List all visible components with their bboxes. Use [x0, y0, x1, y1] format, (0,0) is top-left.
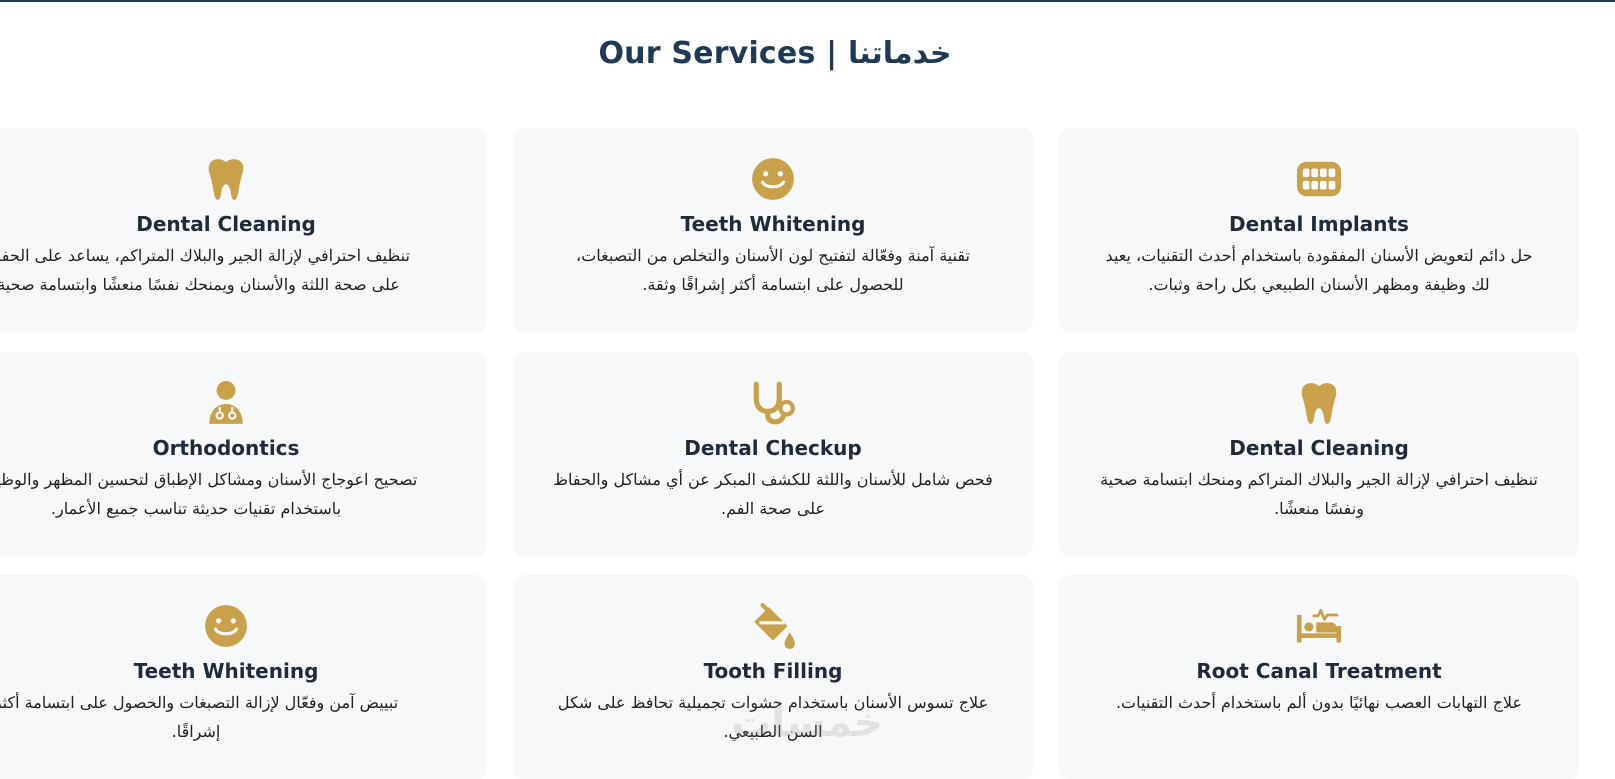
service-title: Orthodontics	[152, 436, 300, 460]
service-title: Teeth Whitening	[680, 212, 866, 236]
service-description: علاج التهابات العصب نهائيًا بدون ألم باس…	[1115, 693, 1523, 712]
smile-icon	[513, 157, 1033, 201]
service-description: تقنية آمنة وفعّالة لتفتيح لون الأسنان وا…	[576, 246, 970, 294]
service-description: تصحيح اعوجاج الأسنان ومشاكل الإطباق لتحس…	[0, 470, 418, 518]
service-card[interactable]: Dental Cleaning تنظيف احترافي لإزالة الج…	[0, 128, 486, 332]
service-card[interactable]: Orthodontics تصحيح اعوجاج الأسنان ومشاكل…	[0, 352, 486, 556]
service-card[interactable]: Root Canal Treatment علاج التهابات العصب…	[1059, 575, 1579, 779]
service-description: حل دائم لتعويض الأسنان المفقودة باستخدام…	[1105, 246, 1533, 294]
service-card[interactable]: Teeth Whitening تقنية آمنة وفعّالة لتفتي…	[513, 128, 1033, 332]
doctor-icon	[0, 381, 486, 425]
service-card[interactable]: Tooth Filling علاج تسوس الأسنان باستخدام…	[513, 575, 1033, 779]
tooth-icon	[0, 157, 486, 201]
service-description: تبييض آمن وفعّال لإزالة التصبغات والحصول…	[0, 693, 399, 741]
service-title: Dental Implants	[1229, 212, 1409, 236]
service-card[interactable]: Dental Implants حل دائم لتعويض الأسنان ا…	[1059, 128, 1579, 332]
service-card[interactable]: Dental Cleaning تنظيف احترافي لإزالة الج…	[1059, 352, 1579, 556]
stethoscope-icon	[513, 381, 1033, 425]
service-title: Dental Cleaning	[136, 212, 316, 236]
tooth-icon	[1059, 381, 1579, 425]
service-title: Tooth Filling	[703, 659, 843, 683]
smile-icon	[0, 604, 486, 648]
service-card[interactable]: Teeth Whitening تبييض آمن وفعّال لإزالة …	[0, 575, 486, 779]
service-description: تنظيف احترافي لإزالة الجير والبلاك المتر…	[0, 246, 410, 294]
service-title: Root Canal Treatment	[1196, 659, 1442, 683]
service-description: فحص شامل للأسنان واللثة للكشف المبكر عن …	[553, 470, 993, 518]
watermark-logo: خمسات	[731, 700, 884, 746]
procedure-bed-icon	[1059, 604, 1579, 648]
service-title: Teeth Whitening	[133, 659, 319, 683]
service-title: Dental Cleaning	[1229, 436, 1409, 460]
service-card[interactable]: Dental Checkup فحص شامل للأسنان واللثة ل…	[513, 352, 1033, 556]
service-title: Dental Checkup	[684, 436, 862, 460]
fill-drip-icon	[513, 603, 1033, 649]
service-description: تنظيف احترافي لإزالة الجير والبلاك المتر…	[1100, 470, 1538, 518]
teeth-implant-icon	[1059, 157, 1579, 201]
services-grid: Dental Cleaning تنظيف احترافي لإزالة الج…	[0, 0, 1615, 779]
